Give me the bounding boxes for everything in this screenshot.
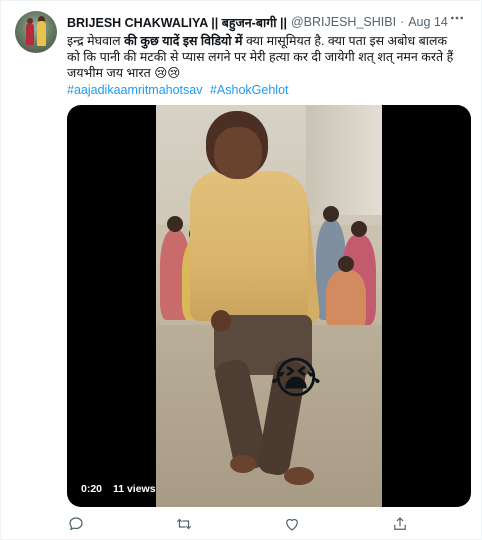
tweet-card[interactable]: BRIJESH CHAKWALIYA || बहुजन-बागी || @BRI…	[0, 0, 482, 540]
video-scene-door	[306, 105, 382, 215]
tweet-text-segment: क्या मासूमियत है. क्या पता इस अबोध बालक	[242, 34, 448, 48]
retweet-icon-glyph	[176, 518, 192, 530]
tweet-text-line: जयभीम जय भारत 😢😢	[67, 65, 473, 81]
reply-icon-glyph	[69, 517, 83, 531]
avatar-figure	[26, 23, 34, 45]
video-subject	[284, 467, 314, 485]
tweet-header: BRIJESH CHAKWALIYA || बहुजन-बागी || @BRI…	[67, 13, 448, 31]
loudly-crying-emoji: 😭	[270, 354, 322, 403]
tweet-text-segment: जयभीम जय भारत	[67, 66, 151, 80]
video-views: 11 views	[112, 483, 156, 495]
tweet-text-line: इन्द्र मेघवाल की कुछ यादें इस विडियो में…	[67, 33, 473, 49]
share-icon[interactable]	[391, 515, 409, 533]
crying-emoji: 😢😢	[154, 66, 181, 80]
video-subject	[230, 455, 256, 473]
video-subject	[211, 310, 231, 332]
separator-dot: ·	[400, 15, 405, 29]
tweet-text-bold: की कुछ यादें इस विडियो में	[124, 34, 243, 48]
share-icon-glyph	[394, 517, 406, 530]
video-subject	[190, 171, 308, 321]
author-name[interactable]: BRIJESH CHAKWALIYA || बहुजन-बागी ||	[67, 14, 287, 31]
hashtag-link[interactable]: #AshokGehlot	[210, 83, 289, 97]
author-handle[interactable]: @BRIJESH_SHIBI	[291, 15, 396, 29]
like-icon-glyph	[286, 518, 298, 531]
seated-child	[326, 256, 366, 330]
video-duration: 0:20	[81, 483, 103, 495]
hashtag-link[interactable]: #aajadikaamritmahotsav	[67, 83, 203, 97]
tweet-text: इन्द्र मेघवाल की कुछ यादें इस विडियो में…	[67, 33, 473, 81]
avatar-figure	[37, 21, 46, 46]
tweet-text-line: को कि पानी की मटकी से प्यास लगने पर मेरी…	[67, 50, 454, 64]
video-subject	[214, 127, 262, 179]
hashtags: #aajadikaamritmahotsav #AshokGehlot	[67, 83, 293, 97]
avatar[interactable]	[15, 11, 57, 53]
tweet-date[interactable]: Aug 14	[408, 15, 448, 29]
more-icon[interactable]	[447, 10, 467, 28]
video-player[interactable]: 😭 0:20 11 views	[67, 105, 471, 507]
retweet-icon[interactable]	[175, 515, 193, 533]
video-frame: 😭	[156, 105, 382, 507]
more-icon-glyph	[451, 16, 463, 20]
tweet-actions	[67, 515, 471, 535]
video-stats: 0:20 11 views	[81, 483, 164, 495]
like-icon[interactable]	[283, 515, 301, 533]
tweet-text-segment: इन्द्र मेघवाल	[67, 34, 125, 48]
reply-icon[interactable]	[67, 515, 85, 533]
